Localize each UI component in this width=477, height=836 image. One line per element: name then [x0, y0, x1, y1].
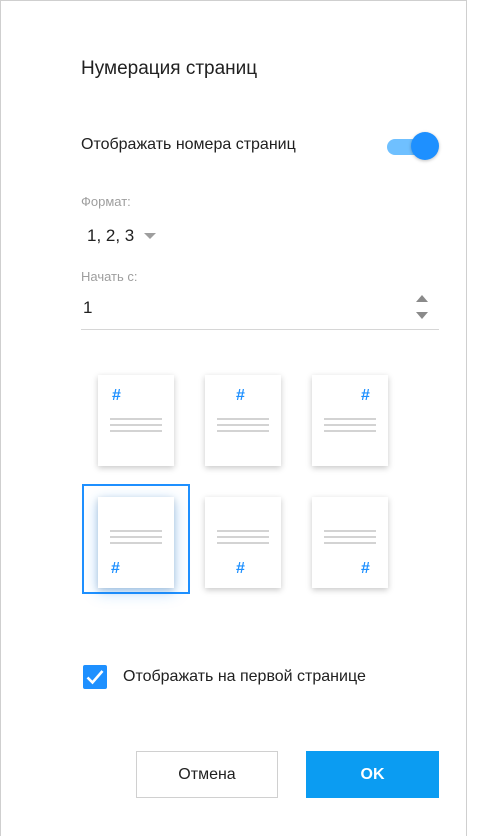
page-thumbnail: # [205, 375, 281, 466]
text-lines [110, 530, 162, 548]
show-numbers-toggle[interactable] [383, 132, 439, 160]
first-page-checkbox[interactable] [83, 665, 107, 689]
toggle-knob [411, 132, 439, 160]
position-top-center[interactable]: # [189, 362, 297, 472]
start-field [81, 291, 439, 330]
page-thumbnail: # [98, 375, 174, 466]
page-number-mark: # [111, 560, 120, 577]
chevron-down-icon [144, 233, 157, 239]
position-top-right[interactable]: # [296, 362, 404, 472]
start-label: Начать с: [81, 269, 138, 284]
text-lines [217, 418, 269, 436]
position-top-left[interactable]: # [82, 362, 190, 472]
show-numbers-row: Отображать номера страниц [81, 132, 439, 160]
page-thumbnail: # [312, 497, 388, 588]
decrement-arrow-icon[interactable] [416, 312, 428, 319]
position-bottom-right[interactable]: # [296, 484, 404, 594]
ok-button[interactable]: OK [306, 751, 439, 798]
increment-arrow-icon[interactable] [416, 295, 428, 302]
page-thumbnail: # [312, 375, 388, 466]
page-number-mark: # [361, 387, 370, 404]
page-number-mark: # [112, 387, 121, 404]
show-numbers-label: Отображать номера страниц [81, 136, 296, 153]
format-value: 1, 2, 3 [87, 226, 135, 245]
checkmark-icon [86, 670, 104, 685]
page-number-mark: # [236, 387, 245, 404]
dialog-title: Нумерация страниц [81, 58, 258, 79]
cancel-button[interactable]: Отмена [136, 751, 278, 798]
format-label: Формат: [81, 194, 131, 209]
text-lines [110, 418, 162, 436]
text-lines [217, 530, 269, 548]
page-thumbnail: # [205, 497, 281, 588]
page-thumbnail: # [98, 497, 174, 588]
first-page-label: Отображать на первой странице [123, 668, 366, 685]
page-number-mark: # [236, 560, 245, 577]
page-number-mark: # [361, 560, 370, 577]
format-select[interactable]: 1, 2, 3 [81, 223, 157, 249]
page-numbering-dialog: Нумерация страниц Отображать номера стра… [0, 0, 467, 836]
start-input[interactable] [81, 291, 383, 325]
position-bottom-center[interactable]: # [189, 484, 297, 594]
position-grid: # # # # # # [82, 362, 402, 612]
position-bottom-left[interactable]: # [82, 484, 190, 594]
text-lines [324, 418, 376, 436]
text-lines [324, 530, 376, 548]
start-stepper[interactable] [415, 295, 429, 321]
first-page-option[interactable]: Отображать на первой странице [83, 665, 366, 689]
